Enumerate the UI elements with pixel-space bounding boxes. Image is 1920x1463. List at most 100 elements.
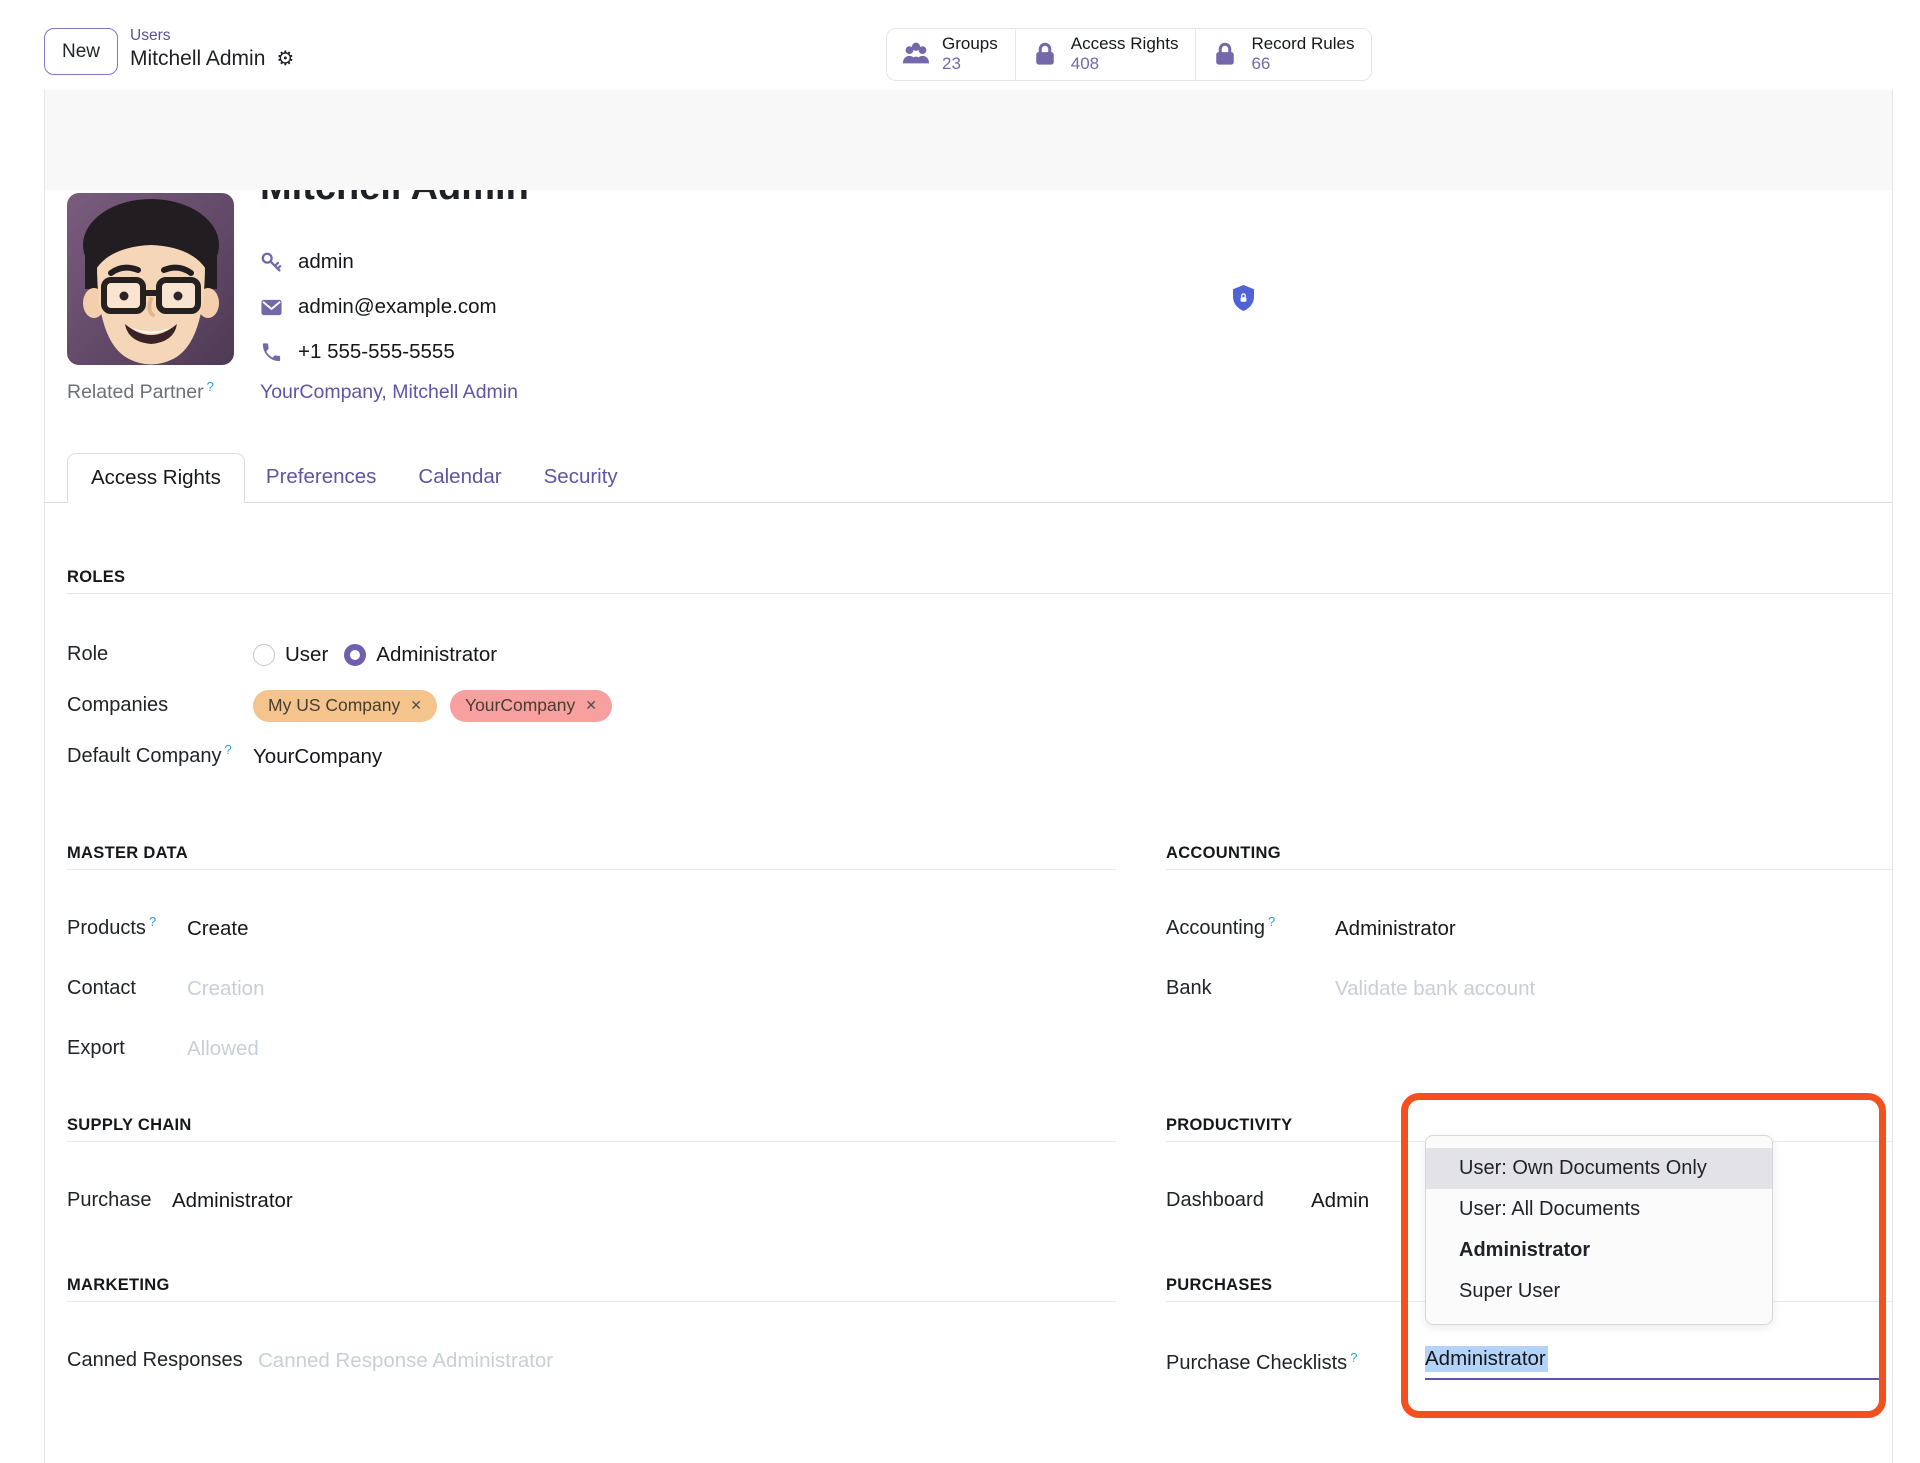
main-content: Mitchell Admin admin admin@example.com <box>0 90 1920 1463</box>
radio-option-administrator[interactable]: Administrator <box>344 642 497 668</box>
field-value[interactable]: Validate bank account <box>1335 976 1535 1002</box>
dropdown-item[interactable]: Administrator <box>1426 1230 1772 1271</box>
login-value[interactable]: admin <box>298 249 354 275</box>
login-row: admin <box>260 248 354 276</box>
email-row: admin@example.com <box>260 293 497 321</box>
section-title: SUPPLY CHAIN <box>67 1115 1116 1142</box>
breadcrumb: Users Mitchell Admin ⚙ <box>130 26 294 73</box>
dropdown-item[interactable]: User: Own Documents Only <box>1426 1148 1772 1189</box>
phone-row: +1 555-555-5555 <box>260 338 455 366</box>
companies-row: Companies My US Company ✕ YourCompany ✕ <box>67 690 1892 722</box>
shield-lock-icon[interactable] <box>1233 285 1254 311</box>
tab-calendar[interactable]: Calendar <box>397 452 522 502</box>
field-row: Export Allowed <box>67 1036 1116 1062</box>
field-value[interactable]: Administrator <box>1335 916 1456 942</box>
section-marketing: MARKETING Canned Responses Canned Respon… <box>67 1275 1116 1414</box>
top-bar: New Users Mitchell Admin ⚙ Groups 23 <box>0 0 1920 90</box>
avatar[interactable] <box>67 193 234 365</box>
help-icon: ? <box>207 379 214 394</box>
field-value[interactable]: Creation <box>187 976 265 1002</box>
field-value[interactable]: Canned Response Administrator <box>258 1348 553 1374</box>
section-title: MASTER DATA <box>67 843 1116 870</box>
stat-button-record-rules[interactable]: Record Rules 66 <box>1195 29 1371 80</box>
field-label: Products? <box>67 916 187 941</box>
default-company-value[interactable]: YourCompany <box>253 744 382 770</box>
section-master-data: MASTER DATA Products? Create Contact Cre… <box>67 843 1116 1115</box>
field-row: Canned Responses Canned Response Adminis… <box>67 1348 1116 1374</box>
stat-button-group: Groups 23 Access Rights 408 <box>886 28 1372 81</box>
phone-value[interactable]: +1 555-555-5555 <box>298 339 455 365</box>
tab-access-rights[interactable]: Access Rights <box>67 453 245 503</box>
stat-label: Access Rights <box>1071 34 1179 54</box>
related-partner-label: Related Partner? <box>67 380 260 404</box>
remove-tag-icon[interactable]: ✕ <box>585 697 597 715</box>
key-icon <box>260 251 283 274</box>
radio-option-user[interactable]: User <box>253 642 328 668</box>
field-row: Bank Validate bank account <box>1166 976 1892 1002</box>
section-title: ACCOUNTING <box>1166 843 1892 870</box>
stat-button-groups[interactable]: Groups 23 <box>887 29 1015 80</box>
tab-security[interactable]: Security <box>523 452 639 502</box>
field-value[interactable]: Administrator <box>172 1188 293 1214</box>
stat-value: 66 <box>1251 54 1270 74</box>
purchase-checklists-input[interactable]: Administrator <box>1425 1346 1881 1381</box>
stat-value: 23 <box>942 54 961 74</box>
selected-input-text: Administrator <box>1425 1346 1548 1372</box>
stat-label: Groups <box>942 34 998 54</box>
default-company-row: Default Company? YourCompany <box>67 744 1892 770</box>
company-tag[interactable]: My US Company ✕ <box>253 690 437 722</box>
section-roles: ROLES Role User Admini <box>67 567 1892 792</box>
field-value[interactable]: Admin <box>1311 1188 1369 1214</box>
field-label: Export <box>67 1036 187 1061</box>
radio-selected-icon <box>344 644 366 666</box>
company-tag[interactable]: YourCompany ✕ <box>450 690 612 722</box>
radio-unselected-icon <box>253 644 275 666</box>
users-group-icon <box>901 39 931 69</box>
field-label: Canned Responses <box>67 1348 258 1373</box>
help-icon: ? <box>1268 914 1275 929</box>
envelope-icon <box>260 296 283 319</box>
stat-button-access-rights[interactable]: Access Rights 408 <box>1015 29 1196 80</box>
tab-preferences[interactable]: Preferences <box>245 452 398 502</box>
role-radio-group: User Administrator <box>253 642 497 668</box>
field-row: Products? Create <box>67 916 1116 942</box>
breadcrumb-users-link[interactable]: Users <box>130 26 294 45</box>
help-icon: ? <box>225 742 232 757</box>
companies-label: Companies <box>67 693 253 718</box>
new-button[interactable]: New <box>44 28 118 75</box>
email-value[interactable]: admin@example.com <box>298 294 497 320</box>
related-partner-row: Related Partner? YourCompany, Mitchell A… <box>67 380 518 404</box>
role-row: Role User Administrator <box>67 642 1892 668</box>
tag-label: My US Company <box>268 695 400 717</box>
field-label: Dashboard <box>1166 1188 1311 1213</box>
section-title: ROLES <box>67 567 1892 594</box>
phone-icon <box>260 341 283 364</box>
section-accounting: ACCOUNTING Accounting? Administrator Ban… <box>1166 843 1892 1115</box>
gear-icon[interactable]: ⚙ <box>276 47 294 72</box>
company-tags: My US Company ✕ YourCompany ✕ <box>253 690 612 722</box>
dropdown-item[interactable]: Super User <box>1426 1271 1772 1312</box>
record-name-field[interactable]: Mitchell Admin <box>260 190 529 212</box>
avatar-image <box>67 193 234 365</box>
field-row: Purchase Administrator <box>67 1188 1116 1214</box>
field-row: Contact Creation <box>67 976 1116 1002</box>
tag-label: YourCompany <box>465 695 575 717</box>
field-row: Accounting? Administrator <box>1166 916 1892 942</box>
field-value[interactable]: Allowed <box>187 1036 259 1062</box>
help-icon: ? <box>1350 1350 1357 1365</box>
field-label: Contact <box>67 976 187 1001</box>
stat-label: Record Rules <box>1251 34 1354 54</box>
role-label: Role <box>67 642 253 667</box>
dropdown-item[interactable]: User: All Documents <box>1426 1189 1772 1230</box>
radio-label: User <box>285 642 328 668</box>
related-partner-link[interactable]: YourCompany, Mitchell Admin <box>260 380 518 404</box>
remove-tag-icon[interactable]: ✕ <box>410 697 422 715</box>
help-icon: ? <box>149 914 156 929</box>
field-value[interactable]: Create <box>187 916 249 942</box>
purchase-checklists-row: Purchase Checklists? Administrator <box>1166 1348 1892 1381</box>
notebook-tabs: Access Rights Preferences Calendar Secur… <box>45 452 1892 503</box>
radio-label: Administrator <box>376 642 497 668</box>
lock-icon <box>1210 39 1240 69</box>
lock-icon <box>1030 39 1060 69</box>
section-supply-chain: SUPPLY CHAIN Purchase Administrator <box>67 1115 1116 1275</box>
